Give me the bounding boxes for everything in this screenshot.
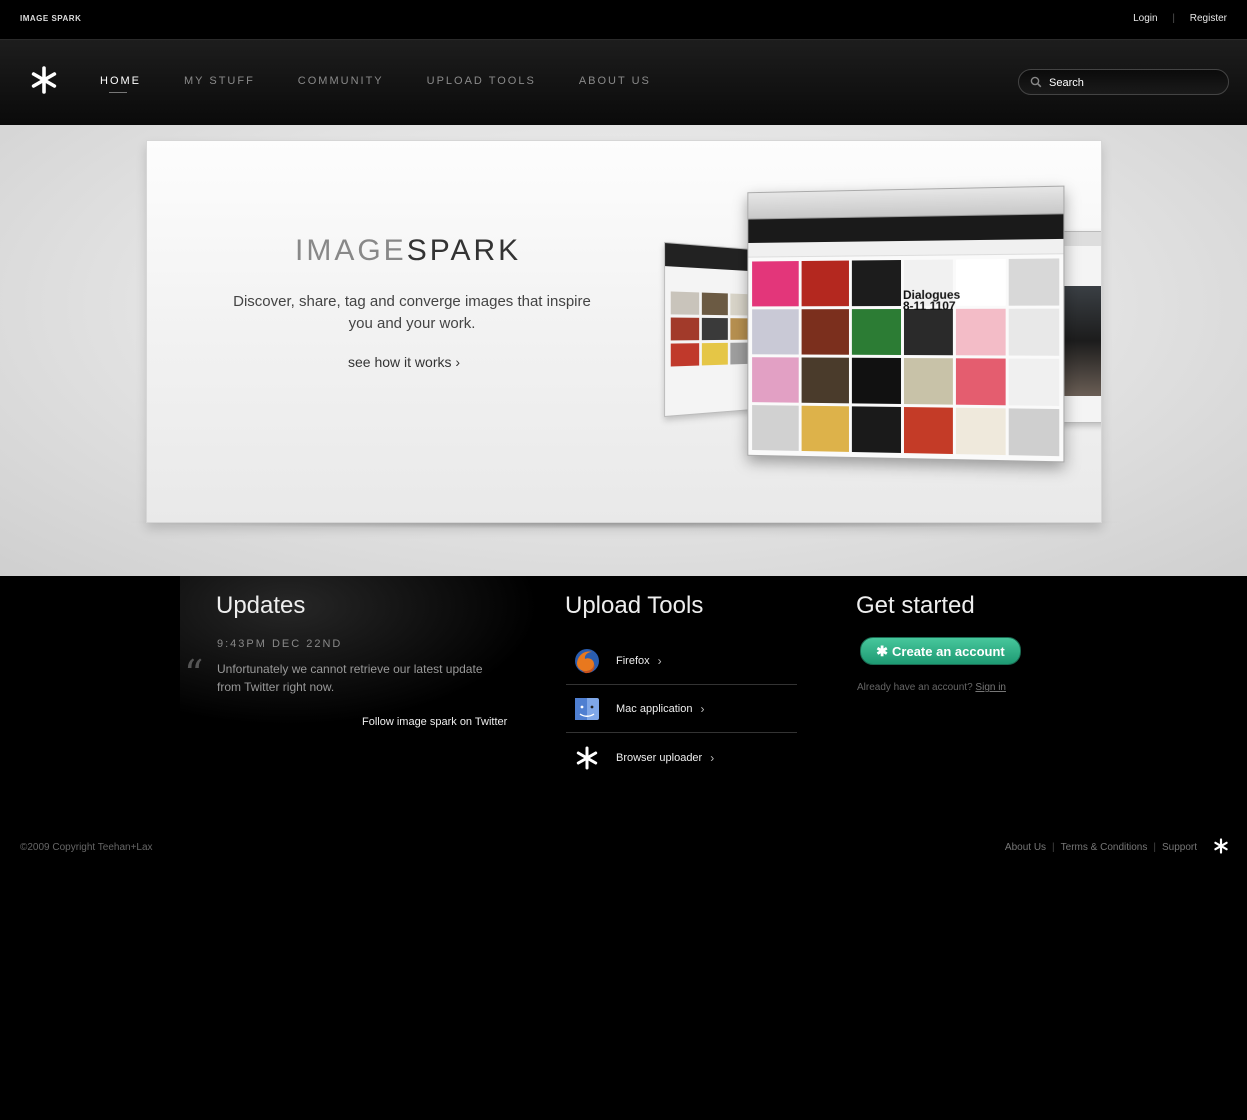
- hero-title-light: IMAGE: [295, 234, 407, 267]
- hero-title-dark: SPARK: [406, 234, 522, 267]
- quote-icon: “: [184, 652, 204, 696]
- mock-tile: [903, 407, 953, 455]
- mock-tile: [852, 357, 901, 404]
- mock-tile: [1008, 308, 1060, 356]
- divider: |: [1153, 842, 1156, 853]
- mock-tile: [1008, 408, 1060, 457]
- hero-title: IMAGESPARK: [295, 234, 521, 268]
- mock-tile: [670, 291, 699, 315]
- mock-tile: [955, 407, 1006, 456]
- mock-tile: [752, 357, 799, 403]
- divider: |: [1172, 13, 1175, 24]
- account-links: Login | Register: [1133, 13, 1227, 24]
- see-how-it-works-label: see how it works: [348, 354, 452, 370]
- footer-about-link[interactable]: About Us: [1005, 842, 1046, 853]
- footer-support-link[interactable]: Support: [1162, 842, 1197, 853]
- nav-about-us[interactable]: ABOUT US: [579, 75, 651, 87]
- mac-finder-icon: [575, 697, 599, 720]
- tool-label: Browser uploader: [616, 751, 703, 764]
- upload-tool-firefox[interactable]: Firefox ›: [566, 637, 797, 685]
- nav-upload-tools[interactable]: UPLOAD TOOLS: [427, 75, 536, 87]
- register-link[interactable]: Register: [1190, 13, 1227, 24]
- mock-tile: [903, 308, 953, 356]
- see-how-it-works-link[interactable]: see how it works ›: [348, 354, 460, 370]
- create-account-label: Create an account: [892, 644, 1005, 659]
- hero-description: Discover, share, tag and converge images…: [233, 293, 591, 332]
- mock-tile: [670, 343, 699, 367]
- star-icon: [576, 746, 598, 769]
- mock-tile: [801, 405, 850, 452]
- mock-tile: [1008, 258, 1060, 306]
- mock-tile: [752, 309, 799, 355]
- main-nav: HOME MY STUFF COMMUNITY UPLOAD TOOLS ABO…: [100, 75, 694, 93]
- update-message: Unfortunately we cannot retrieve our lat…: [217, 662, 483, 694]
- mock-tile: [801, 309, 850, 355]
- screenshot-mock-main: Dialogues 8-11 1107: [747, 185, 1065, 463]
- upload-tool-mac[interactable]: Mac application ›: [566, 685, 797, 733]
- brand-wordmark[interactable]: IMAGE SPARK: [20, 14, 81, 23]
- mock-dialogues-text: Dialogues 8-11 1107: [902, 287, 961, 313]
- chevron-right-icon: ›: [710, 750, 715, 765]
- already-text: Already have an account?: [857, 682, 973, 693]
- upload-tools-title: Upload Tools: [565, 592, 704, 619]
- mock-tile: [852, 260, 901, 307]
- search-box: [1018, 69, 1229, 95]
- mock-tile: [752, 405, 799, 451]
- main-header: HOME MY STUFF COMMUNITY UPLOAD TOOLS ABO…: [0, 40, 1247, 125]
- tool-label: Firefox: [616, 654, 650, 667]
- tool-label: Mac application: [616, 702, 693, 715]
- mock-tile: [701, 342, 729, 366]
- footer-star-icon[interactable]: [1213, 838, 1229, 854]
- footer-terms-link[interactable]: Terms & Conditions: [1061, 842, 1148, 853]
- login-link[interactable]: Login: [1133, 13, 1157, 24]
- updates-title: Updates: [216, 592, 306, 619]
- chevron-right-icon: ›: [455, 354, 461, 370]
- nav-my-stuff[interactable]: MY STUFF: [184, 75, 255, 87]
- mock-tile: [852, 406, 901, 453]
- divider: |: [1052, 842, 1055, 853]
- mock-tile: [955, 358, 1006, 406]
- search-icon: [1030, 76, 1042, 88]
- chevron-right-icon: ›: [657, 653, 662, 668]
- update-timestamp: 9:43PM DEC 22ND: [217, 638, 343, 650]
- mock-tile: [955, 308, 1006, 356]
- mock-tile: [701, 292, 729, 316]
- mock-tile: [852, 309, 901, 355]
- top-bar: IMAGE SPARK Login | Register: [0, 0, 1247, 40]
- mock-tile: [701, 317, 729, 341]
- create-account-button[interactable]: ✱ Create an account: [860, 637, 1021, 665]
- mock-tile: [1008, 358, 1060, 406]
- mock-dark-bar: [665, 243, 761, 272]
- nav-community[interactable]: COMMUNITY: [298, 75, 384, 87]
- sign-in-link[interactable]: Sign in: [975, 682, 1006, 693]
- nav-home[interactable]: HOME: [100, 75, 141, 93]
- mock-chrome-bar: [1058, 232, 1101, 246]
- chevron-right-icon: ›: [700, 701, 705, 716]
- logo-star-icon[interactable]: [30, 66, 58, 94]
- upload-tool-browser[interactable]: Browser uploader ›: [566, 734, 797, 781]
- mock-image-tiles: [748, 254, 1063, 460]
- hero-banner: IMAGESPARK Discover, share, tag and conv…: [146, 140, 1102, 523]
- mock-tile: [801, 260, 850, 307]
- mock-tile: [752, 261, 799, 307]
- star-icon: ✱: [876, 643, 889, 659]
- copyright-text: ©2009 Copyright Teehan+Lax: [20, 842, 153, 853]
- already-have-account: Already have an account? Sign in: [857, 682, 1006, 693]
- mock-tile: [801, 357, 850, 404]
- mock-thumbnail-grid: [665, 285, 760, 373]
- firefox-icon: [575, 648, 599, 673]
- follow-twitter-link[interactable]: Follow image spark on Twitter: [362, 716, 507, 728]
- footer-links: About Us | Terms & Conditions | Support: [1005, 842, 1197, 853]
- search-input[interactable]: [1047, 74, 1221, 92]
- mock-photo: [1062, 286, 1101, 396]
- mock-tile: [670, 317, 699, 341]
- mock-tile: [903, 358, 953, 405]
- mock-tile: [955, 258, 1006, 306]
- get-started-title: Get started: [856, 592, 975, 619]
